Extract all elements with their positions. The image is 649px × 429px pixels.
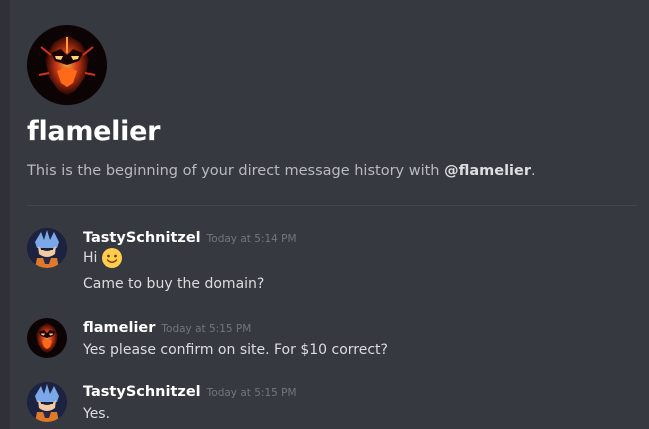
flamelier-avatar[interactable]	[27, 25, 107, 105]
message-text: Yes please confirm on site. For $10 corr…	[83, 342, 388, 358]
message-timestamp: Today at 5:15 PM	[161, 323, 252, 335]
message-header: flamelier Today at 5:15 PM	[83, 317, 251, 339]
flamelier-message-avatar[interactable]	[27, 318, 67, 358]
message-header: TastySchnitzel Today at 5:15 PM	[83, 381, 297, 403]
message-author[interactable]: TastySchnitzel	[83, 384, 201, 400]
dm-intro-text: This is the beginning of your direct mes…	[27, 160, 536, 182]
message-text: Hi	[83, 247, 123, 269]
dm-intro-mention[interactable]: @flamelier	[444, 163, 531, 179]
dm-chat-view: flamelier This is the beginning of your …	[0, 0, 649, 429]
dm-intro-prefix: This is the beginning of your direct mes…	[27, 163, 445, 179]
flame-mask-avatar-image	[27, 318, 67, 358]
tastyschnitzel-avatar[interactable]	[27, 228, 67, 268]
scrollbar-track[interactable]	[0, 0, 10, 429]
dm-recipient-name: flamelier	[27, 116, 161, 147]
history-divider	[27, 205, 637, 206]
anime-character-avatar-image	[27, 228, 67, 268]
dm-intro-suffix: .	[531, 163, 536, 179]
tastyschnitzel-avatar[interactable]	[27, 382, 67, 422]
message-text: Yes.	[83, 406, 111, 422]
message-timestamp: Today at 5:14 PM	[206, 233, 297, 245]
message-author[interactable]: flamelier	[83, 320, 155, 336]
message-header: TastySchnitzel Today at 5:14 PM	[83, 227, 297, 249]
message-author[interactable]: TastySchnitzel	[83, 230, 201, 246]
anime-character-avatar-image	[27, 382, 67, 422]
slightly-smiling-face-icon	[101, 247, 123, 269]
message-line-text: Hi	[83, 250, 98, 266]
message-timestamp: Today at 5:15 PM	[206, 387, 297, 399]
message-text: Came to buy the domain?	[83, 276, 265, 292]
flame-mask-avatar-image	[27, 25, 107, 105]
